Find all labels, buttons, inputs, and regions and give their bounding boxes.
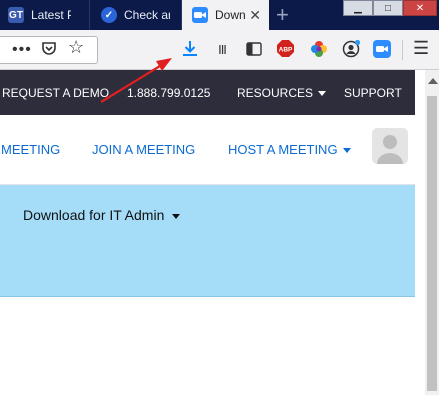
download-icon[interactable] — [180, 38, 200, 58]
zoom-camera-icon — [192, 7, 208, 23]
download-banner: Download for IT Admin — [0, 185, 415, 297]
tab-close-icon[interactable]: ✕ — [249, 7, 261, 24]
page-actions-icon[interactable]: ••• — [12, 41, 32, 59]
check-badge-icon: ✓ — [101, 7, 117, 23]
minimize-button[interactable]: ▁ — [343, 0, 373, 16]
color-picker-icon[interactable] — [309, 39, 329, 59]
support-link[interactable]: SUPPORT — [344, 86, 402, 100]
tab-bar: GT Latest Pe ✓ Check ar Down ✕ + ▁ □ ✕ — [0, 0, 439, 30]
request-demo-link[interactable]: REQUEST A DEMO — [2, 86, 109, 100]
chevron-down-icon — [172, 213, 181, 219]
chevron-down-icon — [318, 91, 327, 97]
banner-title: Download for IT Admin — [23, 207, 165, 223]
resources-menu[interactable]: RESOURCES — [237, 86, 327, 100]
phone-link[interactable]: 1.888.799.0125 — [127, 86, 210, 100]
library-icon[interactable]: III — [213, 40, 231, 58]
sidebar-icon[interactable] — [245, 40, 263, 58]
scrollbar-thumb[interactable] — [427, 96, 437, 391]
host-meeting-label: HOST A MEETING — [228, 142, 338, 157]
new-tab-button[interactable]: + — [276, 2, 289, 28]
nav-toolbar: ••• ☆ III ABP ☰ — [0, 30, 439, 70]
maximize-button[interactable]: □ — [373, 0, 403, 16]
pocket-icon[interactable] — [40, 39, 58, 57]
avatar[interactable] — [372, 128, 408, 164]
gt-icon: GT — [8, 7, 24, 23]
tab-check[interactable]: ✓ Check ar — [91, 0, 182, 30]
svg-text:ABP: ABP — [279, 47, 293, 54]
main-menu-bar: MEETING JOIN A MEETING HOST A MEETING — [0, 115, 415, 185]
tab-latest[interactable]: GT Latest Pe — [0, 0, 90, 30]
account-icon[interactable] — [342, 39, 361, 58]
close-window-button[interactable]: ✕ — [403, 0, 437, 16]
host-meeting-menu[interactable]: HOST A MEETING — [228, 142, 351, 157]
chevron-down-icon — [342, 148, 351, 154]
tab-title: Down — [215, 8, 246, 22]
tab-title: Latest Pe — [31, 8, 71, 22]
scroll-up-icon[interactable] — [428, 78, 438, 84]
tab-title: Check ar — [124, 8, 170, 22]
adblock-plus-icon[interactable]: ABP — [276, 39, 295, 58]
window-controls: ▁ □ ✕ — [343, 0, 437, 18]
hamburger-menu-icon[interactable]: ☰ — [413, 38, 429, 59]
site-top-nav: REQUEST A DEMO 1.888.799.0125 RESOURCES … — [0, 70, 415, 115]
zoom-extension-icon[interactable] — [373, 40, 391, 58]
bookmark-star-icon[interactable]: ☆ — [68, 37, 84, 58]
resources-label: RESOURCES — [237, 86, 314, 100]
meeting-link[interactable]: MEETING — [1, 142, 60, 157]
tab-download[interactable]: Down ✕ — [182, 0, 269, 30]
join-meeting-link[interactable]: JOIN A MEETING — [92, 142, 195, 157]
toolbar-divider — [402, 40, 403, 60]
download-it-admin-menu[interactable]: Download for IT Admin — [23, 207, 181, 223]
